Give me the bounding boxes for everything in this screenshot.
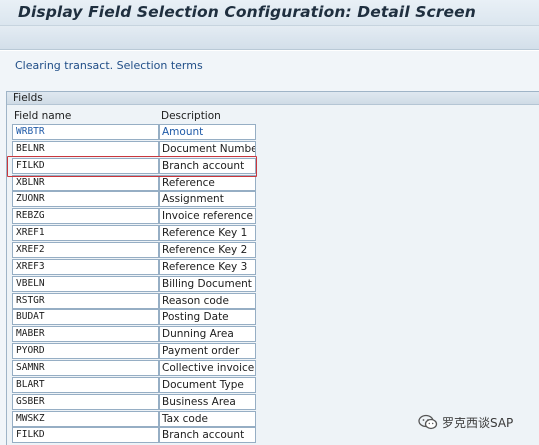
table-row: MABER Dunning Area	[12, 326, 256, 343]
table-row: BUDAT Posting Date	[12, 309, 256, 326]
table-row: RSTGR Reason code	[12, 292, 256, 309]
title-bar: Display Field Selection Configuration: D…	[0, 0, 539, 26]
description-cell[interactable]: Branch account	[159, 427, 256, 444]
description-cell[interactable]: Billing Document	[159, 275, 256, 292]
field-name-cell[interactable]: SAMNR	[12, 359, 159, 376]
table-row: FILKD Branch account	[12, 427, 256, 444]
field-name-cell[interactable]: BELNR	[12, 140, 159, 157]
field-name-cell[interactable]: XREF2	[12, 242, 159, 258]
fields-group-header	[7, 92, 539, 105]
field-name-cell[interactable]: BLART	[12, 376, 159, 393]
description-cell[interactable]: Payment order	[159, 343, 256, 360]
column-header-field-name: Field name	[14, 110, 72, 122]
table-row: ZUONR Assignment	[12, 191, 256, 208]
description-cell[interactable]: Reference Key 3	[159, 258, 256, 275]
table-row: MWSKZ Tax code	[12, 410, 256, 427]
description-cell[interactable]: Assignment	[159, 191, 256, 208]
table-row: BELNR Document Number	[12, 140, 256, 157]
field-name-cell[interactable]: BUDAT	[12, 309, 159, 326]
watermark: 罗克西谈SAP	[418, 411, 513, 433]
description-cell[interactable]: Invoice reference	[159, 208, 256, 225]
table-row: REBZG Invoice reference	[12, 208, 256, 225]
field-name-cell[interactable]: GSBER	[12, 393, 159, 410]
section-link[interactable]: Clearing transact. Selection terms	[15, 59, 203, 72]
field-name-cell[interactable]: MABER	[12, 326, 159, 343]
description-cell[interactable]: Business Area	[159, 393, 256, 410]
table-row: VBELN Billing Document	[12, 275, 256, 292]
window-title: Display Field Selection Configuration: D…	[18, 3, 476, 21]
description-cell[interactable]: Posting Date	[159, 309, 256, 326]
description-cell[interactable]: Reference Key 1	[159, 225, 256, 242]
field-name-cell[interactable]: WRBTR	[12, 124, 159, 140]
field-name-cell[interactable]: ZUONR	[12, 191, 159, 208]
highlight-box	[7, 156, 257, 177]
description-cell[interactable]: Reason code	[159, 292, 256, 309]
field-name-cell[interactable]: XREF3	[12, 258, 159, 275]
description-cell[interactable]: Document Number	[159, 140, 256, 157]
table-row: XREF3 Reference Key 3	[12, 258, 256, 275]
field-name-cell[interactable]: MWSKZ	[12, 410, 159, 427]
wechat-icon	[418, 414, 438, 430]
field-name-cell[interactable]: REBZG	[12, 208, 159, 225]
column-header-description: Description	[161, 110, 221, 122]
description-cell[interactable]: Collective invoice	[159, 359, 256, 376]
table-row: WRBTR Amount	[12, 124, 256, 140]
description-cell[interactable]: Amount	[159, 124, 256, 140]
table-row: SAMNR Collective invoice	[12, 359, 256, 376]
field-name-cell[interactable]: XREF1	[12, 225, 159, 242]
description-cell[interactable]: Reference Key 2	[159, 242, 256, 258]
description-cell[interactable]: Dunning Area	[159, 326, 256, 343]
table-row: XREF1 Reference Key 1	[12, 225, 256, 242]
table-row: BLART Document Type	[12, 376, 256, 393]
table-row: PYORD Payment order	[12, 343, 256, 360]
field-name-cell[interactable]: PYORD	[12, 343, 159, 360]
table-row: XREF2 Reference Key 2	[12, 242, 256, 258]
field-name-cell[interactable]: VBELN	[12, 275, 159, 292]
table-row: GSBER Business Area	[12, 393, 256, 410]
field-name-cell[interactable]: FILKD	[12, 427, 159, 444]
application-toolbar	[0, 26, 539, 50]
fields-group-title: Fields	[13, 92, 43, 104]
description-cell[interactable]: Document Type	[159, 376, 256, 393]
field-name-cell[interactable]: RSTGR	[12, 292, 159, 309]
watermark-text: 罗克西谈SAP	[442, 415, 514, 430]
description-cell[interactable]: Tax code	[159, 410, 256, 427]
